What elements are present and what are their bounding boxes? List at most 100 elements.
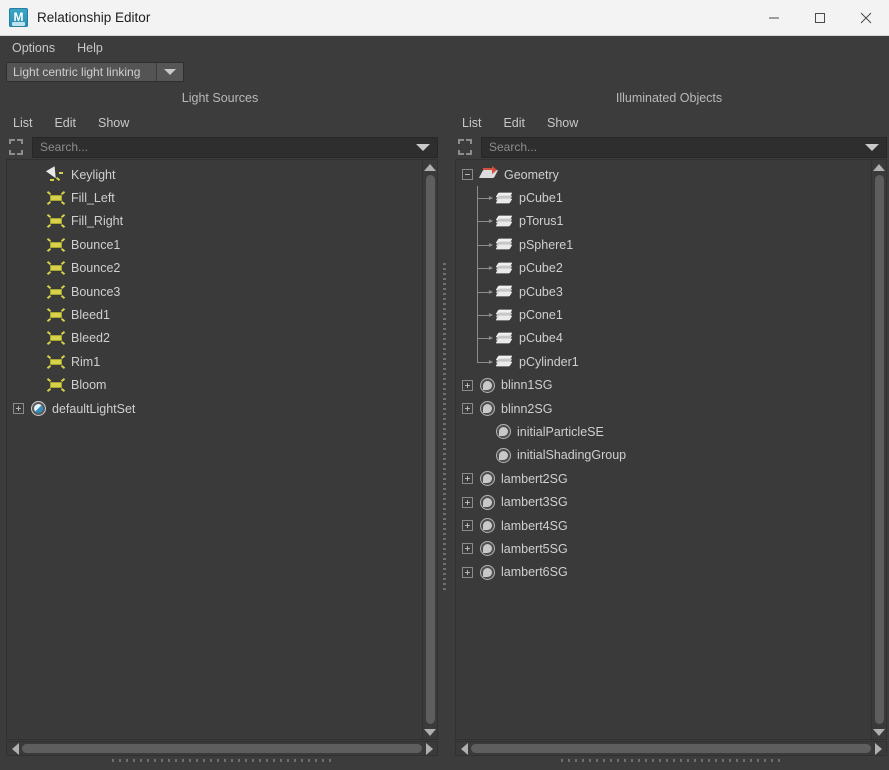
area-light-icon xyxy=(46,213,66,229)
expand-node-icon[interactable] xyxy=(462,379,473,391)
menu-item-help[interactable]: Help xyxy=(77,41,103,55)
tree-row[interactable]: pTorus1 xyxy=(456,209,871,234)
panel-resize-handle-right[interactable] xyxy=(455,756,887,765)
vertical-scroll-thumb-right[interactable] xyxy=(874,175,884,724)
mesh-icon xyxy=(495,331,514,346)
tree-row[interactable]: Fill_Left xyxy=(7,186,422,209)
menu-item-options[interactable]: Options xyxy=(12,41,55,55)
vertical-scrollbar-right[interactable] xyxy=(872,159,887,740)
tree-row[interactable]: lambert4SG xyxy=(456,514,871,537)
scroll-down-arrow-icon[interactable] xyxy=(872,725,886,739)
tree-row-label: pCube3 xyxy=(519,284,563,299)
tree-row-label: pSphere1 xyxy=(519,237,574,252)
tree-row[interactable]: Keylight xyxy=(7,163,422,186)
horizontal-scrollbar-left[interactable] xyxy=(6,741,438,756)
tree-row[interactable]: Bloom xyxy=(7,374,422,397)
tree-row[interactable]: Bounce3 xyxy=(7,280,422,303)
search-input-right[interactable]: Search... xyxy=(481,136,887,158)
tree-row[interactable]: Bleed1 xyxy=(7,303,422,326)
tree-row-label: initialShadingGroup xyxy=(517,448,627,463)
close-icon[interactable] xyxy=(843,0,889,36)
illuminated-objects-tree[interactable]: Geometry pCube1 pTorus1 pSphere1 pCube2 pCube… xyxy=(455,159,872,740)
light-sources-tree[interactable]: Keylight Fill_Left Fill_Right Bounce1 Bounce… xyxy=(6,159,423,740)
tree-row[interactable]: Bleed2 xyxy=(7,327,422,350)
vertical-scrollbar-left[interactable] xyxy=(423,159,438,740)
scroll-down-arrow-icon[interactable] xyxy=(423,725,437,739)
expand-node-icon[interactable] xyxy=(462,496,473,508)
selection-brackets-icon[interactable] xyxy=(6,138,26,156)
tree-row[interactable]: lambert2SG xyxy=(456,467,871,490)
tree-row[interactable]: Bounce1 xyxy=(7,233,422,256)
scroll-right-arrow-icon[interactable] xyxy=(422,742,436,755)
panel-splitter[interactable] xyxy=(440,85,449,770)
tree-row[interactable]: pCube1 xyxy=(456,186,871,210)
menu-item-edit-right[interactable]: Edit xyxy=(503,116,525,130)
panel-illuminated-objects: Illuminated Objects List Edit Show Searc… xyxy=(449,85,889,770)
maximize-icon[interactable] xyxy=(797,0,843,36)
panel-title-light-sources: Light Sources xyxy=(181,91,259,105)
area-light-icon xyxy=(46,377,66,393)
menu-bar: Options Help xyxy=(0,36,889,59)
tree-row[interactable]: lambert5SG xyxy=(456,537,871,560)
scroll-left-arrow-icon[interactable] xyxy=(8,742,22,755)
area-light-icon xyxy=(46,190,66,206)
linking-mode-dropdown[interactable]: Light centric light linking xyxy=(6,62,184,82)
tree-connector-line xyxy=(477,289,493,294)
scroll-left-arrow-icon[interactable] xyxy=(457,742,471,755)
tree-row[interactable]: blinn2SG xyxy=(456,397,871,420)
vertical-scroll-track-left[interactable] xyxy=(423,174,437,725)
horizontal-scroll-track-left[interactable] xyxy=(22,742,422,755)
expand-node-icon[interactable] xyxy=(462,473,473,485)
tree-row-label: initialParticleSE xyxy=(517,424,604,439)
tree-row[interactable]: initialParticleSE xyxy=(456,420,871,443)
tree-row[interactable]: initialShadingGroup xyxy=(456,444,871,467)
vertical-scroll-thumb-left[interactable] xyxy=(425,175,435,724)
tree-row[interactable]: pCone1 xyxy=(456,303,871,327)
panel-resize-handle-left[interactable] xyxy=(6,756,438,765)
tree-row[interactable]: pCube4 xyxy=(456,326,871,351)
panel-title-illuminated-objects: Illuminated Objects xyxy=(615,91,723,105)
expand-node-icon[interactable] xyxy=(462,403,473,415)
minimize-icon[interactable] xyxy=(751,0,797,36)
menu-item-show-left[interactable]: Show xyxy=(98,116,129,130)
tree-row[interactable]: Bounce2 xyxy=(7,257,422,280)
horizontal-scroll-thumb-left[interactable] xyxy=(22,744,422,753)
tree-row[interactable]: pCylinder1 xyxy=(456,350,871,373)
selection-brackets-icon[interactable] xyxy=(455,138,475,156)
search-input-left[interactable]: Search... xyxy=(32,136,438,158)
tree-row[interactable]: lambert6SG xyxy=(456,561,871,584)
expand-node-icon[interactable] xyxy=(462,543,473,555)
tree-row[interactable]: Rim1 xyxy=(7,350,422,373)
expand-node-icon[interactable] xyxy=(13,403,24,415)
scroll-up-arrow-icon[interactable] xyxy=(423,160,437,174)
menu-item-list-right[interactable]: List xyxy=(462,116,481,130)
area-light-icon xyxy=(46,284,66,300)
tree-row[interactable]: pSphere1 xyxy=(456,233,871,257)
menu-item-edit-left[interactable]: Edit xyxy=(54,116,76,130)
horizontal-scroll-thumb-right[interactable] xyxy=(471,744,871,753)
chevron-down-icon[interactable] xyxy=(416,143,430,151)
expand-node-icon[interactable] xyxy=(462,566,473,578)
horizontal-scroll-track-right[interactable] xyxy=(471,742,871,755)
tree-row[interactable]: Fill_Right xyxy=(7,210,422,233)
linking-mode-arrow[interactable] xyxy=(157,63,183,81)
tree-row-label: lambert6SG xyxy=(501,565,568,580)
menu-item-list-left[interactable]: List xyxy=(13,116,32,130)
scroll-up-arrow-icon[interactable] xyxy=(872,160,886,174)
tree-row[interactable]: blinn1SG xyxy=(456,374,871,397)
expand-node-icon[interactable] xyxy=(462,520,473,532)
tree-row[interactable]: pCube2 xyxy=(456,256,871,280)
vertical-scroll-track-right[interactable] xyxy=(872,174,886,725)
tree-row-label: lambert3SG xyxy=(501,495,568,510)
tree-row[interactable]: pCube3 xyxy=(456,279,871,304)
horizontal-scrollbar-right[interactable] xyxy=(455,741,887,756)
menu-item-show-right[interactable]: Show xyxy=(547,116,578,130)
linking-mode-value[interactable]: Light centric light linking xyxy=(7,63,157,81)
chevron-down-icon[interactable] xyxy=(865,143,879,151)
collapse-node-icon[interactable] xyxy=(462,169,473,181)
tree-row-label: Fill_Left xyxy=(71,191,115,206)
scroll-right-arrow-icon[interactable] xyxy=(871,742,885,755)
tree-row[interactable]: defaultLightSet xyxy=(7,397,422,420)
tree-row[interactable]: Geometry xyxy=(456,163,871,186)
tree-row[interactable]: lambert3SG xyxy=(456,490,871,513)
